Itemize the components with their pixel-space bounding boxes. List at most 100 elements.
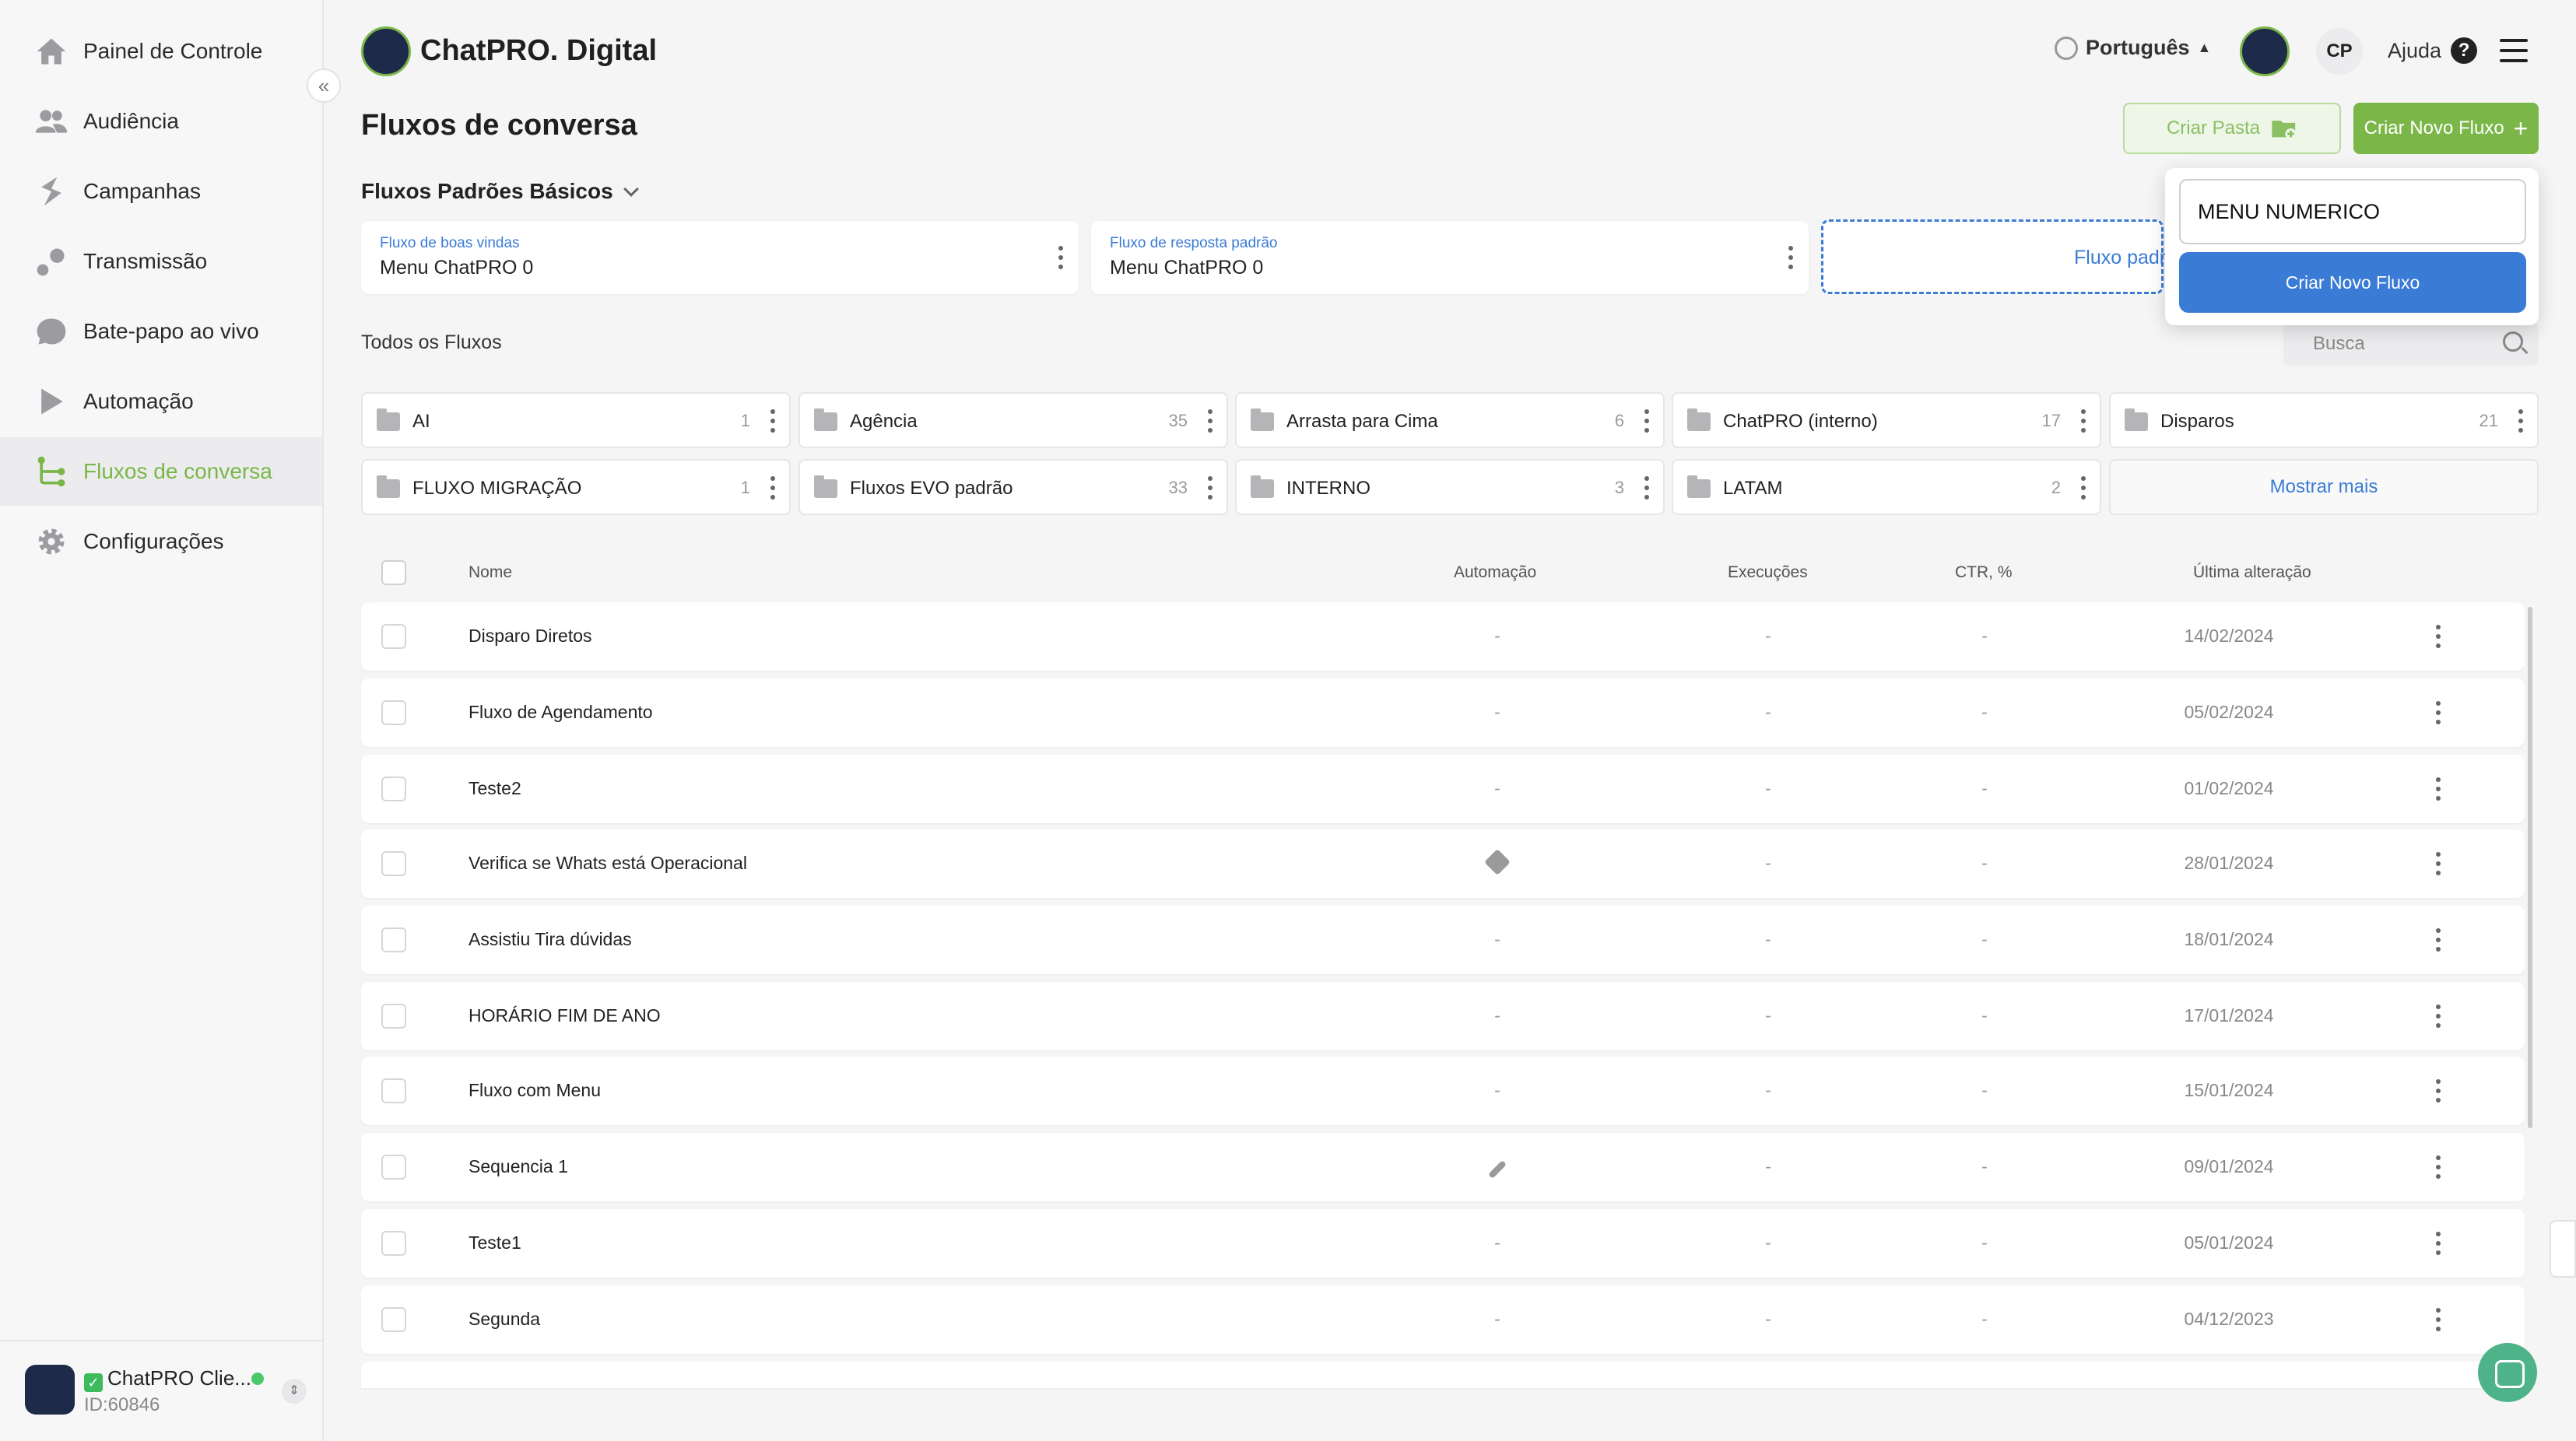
sidebar-item-live-chat[interactable]: Bate-papo ao vivo: [0, 297, 322, 366]
table-row[interactable]: Disparo Diretos - - - 14/02/2024: [361, 602, 2525, 671]
table-row[interactable]: Fluxo com Menu - - - 15/01/2024: [361, 1057, 2525, 1125]
automation-cell: [1451, 849, 1544, 876]
flow-name: Assistiu Tira dúvidas: [469, 929, 632, 949]
table-row[interactable]: Teste2 - - - 01/02/2024: [361, 755, 2525, 823]
welcome-flow-card[interactable]: Fluxo de boas vindas Menu ChatPRO 0: [361, 221, 1079, 294]
kebab-icon[interactable]: [2436, 625, 2441, 648]
folder-item[interactable]: FLUXO MIGRAÇÃO 1: [361, 459, 791, 515]
table-row[interactable]: HORÁRIO FIM DE ANO - - - 17/01/2024: [361, 982, 2525, 1050]
table-row[interactable]: Teste1 - - - 05/01/2024: [361, 1209, 2525, 1278]
kebab-icon[interactable]: [2436, 1004, 2441, 1028]
sidebar-item-dashboard[interactable]: Painel de Controle: [0, 17, 322, 86]
row-checkbox[interactable]: [381, 927, 406, 952]
table-row[interactable]: Fluxo de Agendamento - - - 05/02/2024: [361, 678, 2525, 747]
side-tab-handle[interactable]: [2550, 1220, 2576, 1278]
folder-item[interactable]: INTERNO 3: [1235, 459, 1665, 515]
menu-icon[interactable]: [2500, 39, 2528, 62]
sidebar-item-audience[interactable]: Audiência: [0, 87, 322, 156]
folder-item[interactable]: AI 1: [361, 392, 791, 448]
add-default-flow-slot[interactable]: Fluxo padr: [1821, 219, 2166, 294]
kebab-icon[interactable]: [2081, 409, 2086, 433]
user-initials-avatar[interactable]: CP: [2316, 28, 2363, 75]
kebab-icon[interactable]: [2436, 852, 2441, 875]
new-flow-name-input[interactable]: [2179, 179, 2526, 244]
kebab-icon[interactable]: [2436, 928, 2441, 952]
popover-create-flow-button[interactable]: Criar Novo Fluxo: [2179, 252, 2526, 313]
row-checkbox[interactable]: [381, 1078, 406, 1103]
create-folder-button[interactable]: Criar Pasta: [2123, 103, 2341, 154]
flow-icon: [37, 456, 65, 487]
support-chat-button[interactable]: [2478, 1343, 2537, 1402]
kebab-icon[interactable]: [2518, 409, 2523, 433]
kebab-icon[interactable]: [2436, 777, 2441, 801]
sidebar-item-campaigns[interactable]: Campanhas: [0, 157, 322, 226]
sidebar-item-settings[interactable]: Configurações: [0, 507, 322, 576]
table-row[interactable]: Sequencia 1 - - 09/01/2024: [361, 1133, 2525, 1201]
column-header-last-modified[interactable]: Última alteração: [2193, 563, 2311, 582]
default-reply-flow-card[interactable]: Fluxo de resposta padrão Menu ChatPRO 0: [1091, 221, 1809, 294]
table-row[interactable]: Verifica se Whats está Operacional - - 2…: [361, 829, 2525, 898]
folder-name: Agência: [850, 411, 918, 432]
kebab-icon[interactable]: [1788, 246, 1793, 269]
account-switcher[interactable]: ✓ ChatPRO Clie... ID:60846 ⇕: [0, 1340, 322, 1441]
date-cell: 05/01/2024: [2184, 1232, 2274, 1253]
kebab-icon[interactable]: [2436, 1079, 2441, 1103]
row-checkbox[interactable]: [381, 777, 406, 801]
kebab-icon[interactable]: [1644, 409, 1649, 433]
account-name: ChatPRO Clie...: [107, 1366, 251, 1390]
folder-icon: [814, 475, 837, 498]
switch-account-icon[interactable]: ⇕: [282, 1379, 307, 1404]
row-checkbox[interactable]: [381, 1004, 406, 1029]
runs-cell: -: [1765, 1309, 1771, 1329]
ctr-cell: -: [1981, 778, 1988, 798]
row-checkbox[interactable]: [381, 1307, 406, 1332]
sidebar-item-broadcast[interactable]: Transmissão: [0, 227, 322, 296]
kebab-icon[interactable]: [2436, 1232, 2441, 1255]
select-all-checkbox[interactable]: [381, 560, 406, 585]
column-header-name[interactable]: Nome: [469, 563, 512, 582]
table-row[interactable]: Assistiu Tira dúvidas - - - 18/01/2024: [361, 906, 2525, 974]
tag-icon: [1484, 849, 1511, 875]
kebab-icon[interactable]: [1058, 246, 1063, 269]
column-header-automation[interactable]: Automação: [1454, 563, 1536, 582]
kebab-icon[interactable]: [2436, 1308, 2441, 1331]
column-header-runs[interactable]: Execuções: [1728, 563, 1808, 582]
folder-item[interactable]: Agência 35: [798, 392, 1228, 448]
folder-item[interactable]: LATAM 2: [1672, 459, 2101, 515]
sidebar-item-label: Audiência: [83, 109, 179, 133]
create-new-flow-button[interactable]: Criar Novo Fluxo +: [2353, 103, 2539, 154]
kebab-icon[interactable]: [2436, 701, 2441, 724]
row-checkbox[interactable]: [381, 1155, 406, 1180]
row-checkbox[interactable]: [381, 624, 406, 649]
date-cell: 14/02/2024: [2184, 626, 2274, 646]
sidebar-item-conversation-flows[interactable]: Fluxos de conversa: [0, 437, 322, 506]
row-checkbox[interactable]: [381, 851, 406, 876]
collapse-sidebar-button[interactable]: «: [307, 68, 341, 103]
language-selector[interactable]: Português ▲: [2055, 36, 2211, 60]
kebab-icon[interactable]: [1208, 476, 1213, 500]
row-checkbox[interactable]: [381, 1231, 406, 1256]
folder-item[interactable]: Arrasta para Cima 6: [1235, 392, 1665, 448]
row-checkbox[interactable]: [381, 700, 406, 725]
kebab-icon[interactable]: [2436, 1155, 2441, 1179]
bot-avatar[interactable]: [2240, 26, 2290, 76]
basic-flows-toggle[interactable]: Fluxos Padrões Básicos: [361, 179, 639, 204]
folder-item[interactable]: Fluxos EVO padrão 33: [798, 459, 1228, 515]
help-link[interactable]: Ajuda ?: [2388, 37, 2478, 64]
folder-item[interactable]: Disparos 21: [2109, 392, 2539, 448]
table-scrollbar[interactable]: [2528, 607, 2532, 1128]
basic-flows-title: Fluxos Padrões Básicos: [361, 179, 613, 203]
kebab-icon[interactable]: [1644, 476, 1649, 500]
search-input[interactable]: Busca: [2283, 322, 2539, 366]
column-header-ctr[interactable]: CTR, %: [1955, 563, 2013, 582]
kebab-icon[interactable]: [770, 476, 775, 500]
sidebar-item-automation[interactable]: Automação: [0, 367, 322, 436]
sidebar-item-label: Configurações: [83, 529, 224, 553]
ctr-cell: -: [1981, 626, 1988, 646]
kebab-icon[interactable]: [2081, 476, 2086, 500]
kebab-icon[interactable]: [770, 409, 775, 433]
folder-item[interactable]: ChatPRO (interno) 17: [1672, 392, 2101, 448]
table-row[interactable]: Segunda - - - 04/12/2023: [361, 1285, 2525, 1354]
show-more-button[interactable]: Mostrar mais: [2109, 459, 2539, 515]
kebab-icon[interactable]: [1208, 409, 1213, 433]
